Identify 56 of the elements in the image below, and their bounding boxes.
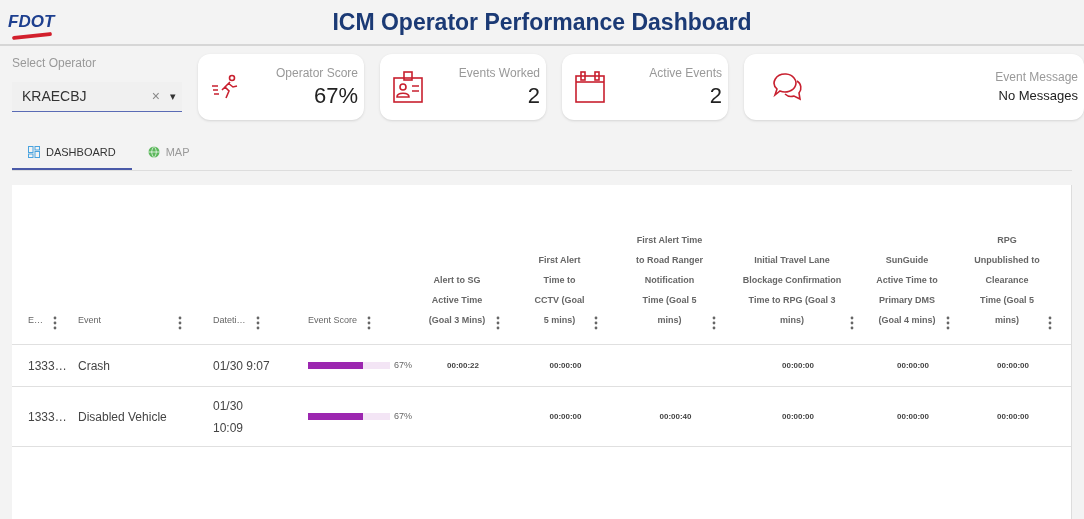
column-header: First Alert Time to Road Ranger Notification Time (Goal 5 mins) [635, 234, 704, 327]
table-cell: 00:00:00 [549, 410, 582, 423]
column-header: Alert to SG Active Time (Goal 3 Mins) [427, 274, 487, 327]
card-label: Operator Score [275, 65, 358, 82]
table-cell-text: 01/30 10:09 [213, 397, 245, 437]
column-menu-icon[interactable] [593, 316, 598, 330]
table-cell-text: 1333… [28, 357, 68, 375]
card-value: No Messages [998, 87, 1078, 106]
table-cell: 00:00:00 [997, 359, 1029, 372]
dashboard-icon [28, 146, 40, 158]
column-menu-icon[interactable] [255, 316, 260, 330]
table-cell: 00:00:22 [447, 359, 479, 372]
column-menu-icon[interactable] [1048, 316, 1052, 330]
tab[interactable]: DASHBOARD [12, 136, 132, 170]
column-header: Event [78, 314, 102, 327]
column-header: Initial Travel Lane Blockage Confirmation Time to RPG (Goal 3 mins) [742, 254, 842, 327]
card-label: Active Events [649, 65, 722, 82]
table-cell-text: 01/30 9:07 [213, 357, 271, 375]
column-menu-icon[interactable] [711, 316, 716, 330]
card-label: Events Worked [458, 65, 540, 82]
id-badge-icon [392, 70, 424, 104]
column-menu-icon[interactable] [850, 316, 854, 330]
column-header: RPG Unpublished to Clearance Time (Goal 5 mins) [974, 234, 1040, 327]
column-header: Dateti… [213, 314, 246, 327]
column-menu-icon[interactable] [178, 316, 182, 330]
card-value: 2 [527, 82, 540, 110]
page-title: ICM Operator Performance Dashboard [332, 7, 752, 37]
calendar-icon [574, 70, 606, 104]
table-cell: 00:00:00 [897, 359, 929, 372]
column-menu-icon[interactable] [367, 316, 372, 330]
score-label: 67% [394, 358, 412, 372]
column-menu-icon[interactable] [53, 316, 57, 330]
table-cell: 00:00:00 [997, 410, 1029, 423]
table-cell: 00:00:40 [659, 410, 692, 423]
column-menu-icon[interactable] [946, 316, 950, 330]
column-header: SunGuide Active Time to Primary DMS (Goal 4 mins) [876, 254, 938, 327]
column-header: E… [28, 314, 43, 327]
score-label: 67% [394, 409, 412, 423]
table-cell-text: 1333… [28, 408, 68, 426]
table-cell-text: Crash [78, 357, 111, 375]
caret-icon[interactable]: ▾ [170, 88, 176, 105]
column-menu-icon[interactable] [496, 316, 500, 330]
table-cell: 00:00:00 [782, 410, 814, 423]
table-cell-text: Disabled Vehicle [78, 408, 168, 426]
card-value: 67% [313, 82, 358, 110]
globe-icon [147, 146, 160, 158]
table-cell: 00:00:00 [782, 359, 814, 372]
column-header: Event Score [308, 314, 358, 327]
chat-bubbles-icon [772, 71, 804, 103]
card-label: Event Message [995, 69, 1078, 87]
card-value: 2 [709, 82, 722, 110]
fdot-logo: FDOT [8, 4, 70, 40]
field-label: Select Operator [12, 55, 98, 72]
table-cell: 00:00:00 [549, 359, 582, 372]
column-header: First Alert Time to CCTV (Goal 5 mins) [533, 254, 586, 327]
table-cell: 00:00:00 [897, 410, 929, 423]
